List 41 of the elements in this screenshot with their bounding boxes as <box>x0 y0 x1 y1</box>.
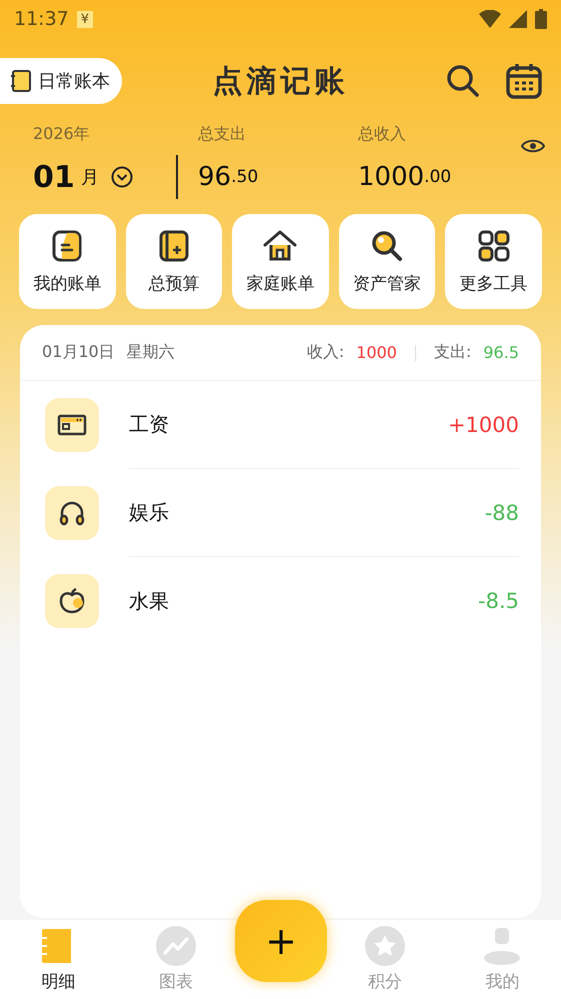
total-income: 1000.00 <box>358 161 452 194</box>
dropdown-icon[interactable] <box>110 166 133 188</box>
tool-button[interactable]: 资产管家 <box>338 214 436 309</box>
notification-icon: ¥ <box>76 10 94 28</box>
record-amount: +1000 <box>448 412 519 436</box>
signal-icon <box>509 10 527 28</box>
eye-icon[interactable] <box>521 138 545 154</box>
day-expense-label: 支出: <box>434 342 472 363</box>
total-expense: 96.50 <box>198 161 260 194</box>
record-amount: -8.5 <box>478 589 519 613</box>
month-unit: 月 <box>80 166 99 189</box>
month-value: 01 <box>33 160 75 194</box>
chart-icon <box>156 926 196 966</box>
day-weekday: 星期六 <box>126 342 175 363</box>
user-icon <box>482 926 522 966</box>
search-icon[interactable] <box>445 63 481 99</box>
tool-button[interactable]: 更多工具 <box>445 214 542 309</box>
record-name: 娱乐 <box>129 499 169 526</box>
day-expense: 96.5 <box>483 343 519 362</box>
day-income: 1000 <box>356 343 397 362</box>
calendar-icon[interactable] <box>505 62 543 100</box>
day-income-label: 收入: <box>306 342 344 363</box>
battery-icon <box>535 9 547 29</box>
tool-button[interactable]: 总预算 <box>126 214 222 309</box>
wifi-icon <box>479 10 501 28</box>
nav-tab[interactable]: 明细 <box>0 926 118 993</box>
tool-button[interactable]: 家庭账单 <box>232 214 329 309</box>
app-title: 点滴记账 <box>212 62 348 100</box>
add-button[interactable]: + <box>235 900 327 982</box>
record-name: 水果 <box>129 588 169 614</box>
expense-label: 总支出 <box>198 124 247 145</box>
ledger-icon <box>10 69 32 93</box>
record-amount: -88 <box>484 500 519 524</box>
year-label: 2026年 <box>33 124 91 145</box>
grid-icon <box>476 228 512 264</box>
income-label: 总收入 <box>358 124 407 145</box>
day-date: 01月10日 <box>42 342 115 363</box>
tool-button[interactable]: 我的账单 <box>19 214 116 309</box>
record-name: 工资 <box>129 411 169 438</box>
account-book-button[interactable]: 日常账本 <box>0 58 122 104</box>
status-time: 11:37 <box>14 8 69 30</box>
